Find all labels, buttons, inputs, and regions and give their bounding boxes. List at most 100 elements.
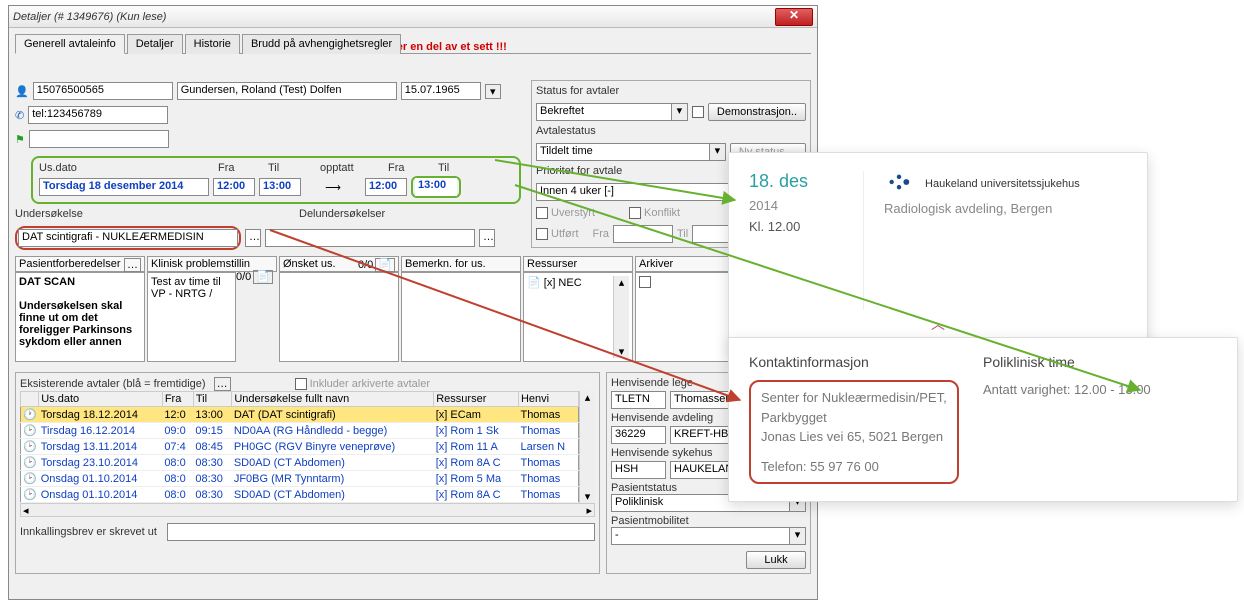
col-klinisk-open[interactable]: 📄 [253, 270, 273, 284]
col-pasientforb-label: Pasientforberedelser [19, 258, 121, 270]
konflikt-checkbox[interactable] [629, 207, 641, 219]
contact-title: Kontaktinformasjon [749, 354, 983, 370]
col-klinisk-label: Klinisk problemstillin [151, 258, 250, 270]
contact-phone: Telefon: 55 97 76 00 [761, 457, 947, 477]
demonstrasjon-button[interactable]: Demonstrasjon.. [708, 103, 806, 121]
table-header[interactable]: Fra [162, 392, 193, 407]
avtalestatus-label: Avtalestatus [536, 125, 806, 137]
collapse-chevron-icon[interactable]: ︿ [728, 310, 1148, 338]
lukk-button[interactable]: Lukk [746, 551, 806, 569]
poli-title: Poliklinisk time [983, 354, 1217, 370]
flag-icon: ⚑ [15, 133, 25, 146]
table-row[interactable]: 🕐Torsdag 18.12.201412:013:00DAT (DAT sci… [21, 407, 579, 423]
arkiver-checkbox[interactable] [639, 276, 651, 288]
til1-field[interactable]: 13:00 [259, 178, 301, 196]
henv-lege-code[interactable]: TLETN [611, 391, 666, 409]
clock-icon: 🕑 [21, 439, 39, 455]
tab-historie[interactable]: Historie [185, 34, 240, 54]
table-header[interactable] [21, 392, 39, 407]
delus-field[interactable] [265, 229, 475, 247]
fra1-field[interactable]: 12:00 [213, 178, 255, 196]
til2-field[interactable]: 13:00 [415, 178, 457, 196]
status-group-label: Status for avtaler [536, 85, 806, 97]
delus-picker[interactable]: … [479, 229, 495, 247]
patient-name-field[interactable]: Gundersen, Roland (Test) Dolfen [177, 82, 397, 100]
col-pasientforb-open[interactable]: … [124, 258, 141, 272]
patient-dob-field[interactable]: 15.07.1965 [401, 82, 481, 100]
tab-generell[interactable]: Generell avtaleinfo [15, 34, 125, 54]
usdato-label: Us.dato [39, 162, 214, 174]
include-arch-checkbox[interactable] [295, 378, 307, 390]
include-arch-label: Inkluder arkiverte avtaler [310, 378, 430, 390]
chevron-down-icon[interactable]: ▾ [790, 527, 806, 545]
table-header[interactable]: Ressurser [434, 392, 519, 407]
fra2-label: Fra [388, 162, 434, 174]
table-header[interactable]: Henvi [518, 392, 578, 407]
table-row[interactable]: 🕑Tirsdag 16.12.201409:009:15ND0AA (RG Hå… [21, 423, 579, 439]
card-time: Kl. 12.00 [749, 219, 853, 234]
uverstyrt-checkbox[interactable] [536, 207, 548, 219]
scrollbar[interactable]: ▴▾ [613, 276, 629, 358]
table-header[interactable]: Undersøkelse fullt navn [232, 392, 434, 407]
flag-field[interactable] [29, 130, 169, 148]
henv-avd-code[interactable]: 36229 [611, 426, 666, 444]
h-scrollbar[interactable]: ◂▸ [20, 503, 595, 517]
us-picker[interactable]: … [245, 229, 261, 247]
datetime-green-box: Us.dato Fra Til opptatt Fra Til Torsdag … [31, 156, 521, 204]
contact-line3: Jonas Lies vei 65, 5021 Bergen [761, 427, 947, 447]
card-year: 2014 [749, 198, 853, 213]
usdato-field[interactable]: Torsdag 18 desember 2014 [39, 178, 209, 196]
table-row[interactable]: 🕑Torsdag 23.10.201408:008:30SD0AD (CT Ab… [21, 455, 579, 471]
eksisterende-open[interactable]: … [214, 377, 231, 391]
undersokelse-label: Undersøkelse [15, 208, 295, 220]
eksisterende-label: Eksisterende avtaler (blå = fremtidige) [20, 378, 206, 390]
col-bemerk-text [401, 272, 521, 362]
status-select[interactable]: Bekreftet [536, 103, 672, 121]
clock-icon: 🕑 [21, 471, 39, 487]
table-row[interactable]: 🕑Torsdag 13.11.201407:408:45PH0GC (RGV B… [21, 439, 579, 455]
tab-detaljer[interactable]: Detaljer [127, 34, 183, 54]
dob-picker-icon[interactable]: ▾ [485, 84, 501, 99]
utfort-checkbox[interactable] [536, 228, 548, 240]
utfort-fra-field[interactable] [613, 225, 673, 243]
col-arkiver-label: Arkiver [639, 258, 673, 270]
table-scrollbar[interactable]: ▴▾ [579, 391, 595, 503]
hospital-logo-icon [884, 171, 914, 193]
appointments-table: Us.datoFraTilUndersøkelse fullt navnRess… [20, 391, 579, 503]
chevron-down-icon[interactable]: ▾ [672, 103, 688, 121]
til2-label: Til [438, 162, 449, 174]
card-department: Radiologisk avdeling, Bergen [884, 201, 1080, 216]
col-onsket-text [279, 272, 399, 362]
mobilitet-label: Pasientmobilitet [611, 515, 806, 527]
col-ressurser-label: Ressurser [527, 258, 577, 270]
table-header[interactable]: Us.dato [39, 392, 163, 407]
phone-icon: ✆ [15, 109, 24, 122]
mobilitet-select[interactable]: - [611, 527, 790, 545]
table-row[interactable]: 🕑Onsdag 01.10.201408:008:30SD0AD (CT Abd… [21, 487, 579, 503]
titlebar: Detaljer (# 1349676) (Kun lese) ✕ [9, 6, 817, 28]
tab-brudd[interactable]: Brudd på avhengighetsregler [242, 34, 401, 54]
col-onsket-open[interactable]: 📄 [375, 258, 395, 272]
undersokelse-field[interactable]: DAT scintigrafi - NUKLEÆRMEDISIN [18, 229, 238, 247]
innkalling-field[interactable] [167, 523, 595, 541]
contact-line1: Senter for Nukleærmedisin/PET, [761, 388, 947, 408]
col-bemerk-label: Bemerkn. for us. [405, 258, 486, 270]
fra2-field[interactable]: 12:00 [365, 178, 407, 196]
clock-icon: 🕑 [21, 455, 39, 471]
patient-id-field[interactable]: 15076500565 [33, 82, 173, 100]
uverstyrt-label: Uverstyrt [551, 207, 595, 219]
window-title: Detaljer (# 1349676) (Kun lese) [13, 11, 775, 23]
col-klinisk-text: Test av time til VP - NRTG / [147, 272, 236, 362]
chevron-down-icon[interactable]: ▾ [710, 143, 726, 161]
utfort-til-label: Til [677, 228, 688, 240]
tel-field[interactable]: tel:123456789 [28, 106, 168, 124]
table-row[interactable]: 🕑Onsdag 01.10.201408:008:30JF0BG (MR Tyn… [21, 471, 579, 487]
demo-checkbox[interactable] [692, 106, 704, 118]
utfort-fra-label: Fra [593, 228, 610, 240]
col-onsket-label: Ønsket us. [283, 258, 336, 270]
avtalestatus-select[interactable]: Tildelt time [536, 143, 710, 161]
table-header[interactable]: Til [193, 392, 231, 407]
utfort-label: Utført [551, 228, 579, 240]
close-button[interactable]: ✕ [775, 8, 813, 26]
henv-syk-code[interactable]: HSH [611, 461, 666, 479]
